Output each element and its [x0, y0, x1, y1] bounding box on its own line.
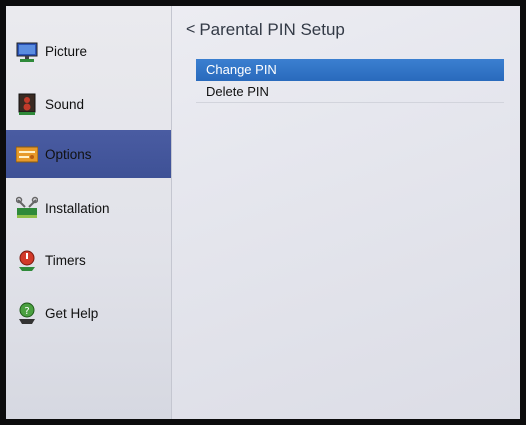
sidebar-item-label: Timers — [45, 252, 86, 268]
pin-menu: Change PIN Delete PIN — [196, 59, 504, 103]
sidebar-item-installation[interactable]: Installation — [6, 184, 171, 232]
sidebar-item-get-help[interactable]: ? Get Help — [6, 289, 171, 337]
back-chevron-icon[interactable]: < — [186, 21, 195, 39]
change-pin-option[interactable]: Change PIN — [196, 59, 504, 81]
sidebar-item-label: Sound — [45, 96, 85, 112]
sidebar-item-timers[interactable]: Timers — [6, 236, 171, 284]
help-icon: ? — [16, 300, 38, 326]
sidebar-item-label: Installation — [45, 200, 110, 216]
sidebar-item-label: Get Help — [45, 305, 99, 321]
sidebar-item-sound[interactable]: Sound — [6, 80, 171, 128]
sidebar-item-label: Options — [45, 146, 92, 162]
tv-menu-screen: Picture Sound Options Installation Timer… — [6, 6, 520, 419]
sidebar-item-label: Picture — [45, 43, 88, 59]
main-panel: < Parental PIN Setup Change PIN Delete P… — [172, 6, 520, 419]
svg-text:?: ? — [24, 306, 29, 317]
options-panel-icon — [16, 141, 38, 167]
sidebar-item-picture[interactable]: Picture — [6, 27, 171, 75]
page-title: < Parental PIN Setup — [186, 20, 345, 40]
monitor-icon — [16, 38, 38, 64]
page-title-text: Parental PIN Setup — [199, 20, 345, 39]
delete-pin-option[interactable]: Delete PIN — [196, 81, 504, 103]
timer-icon — [16, 247, 38, 273]
speaker-icon — [16, 91, 38, 117]
sidebar-item-options[interactable]: Options — [6, 130, 171, 178]
sidebar: Picture Sound Options Installation Timer… — [6, 6, 172, 419]
tools-icon — [16, 195, 38, 221]
